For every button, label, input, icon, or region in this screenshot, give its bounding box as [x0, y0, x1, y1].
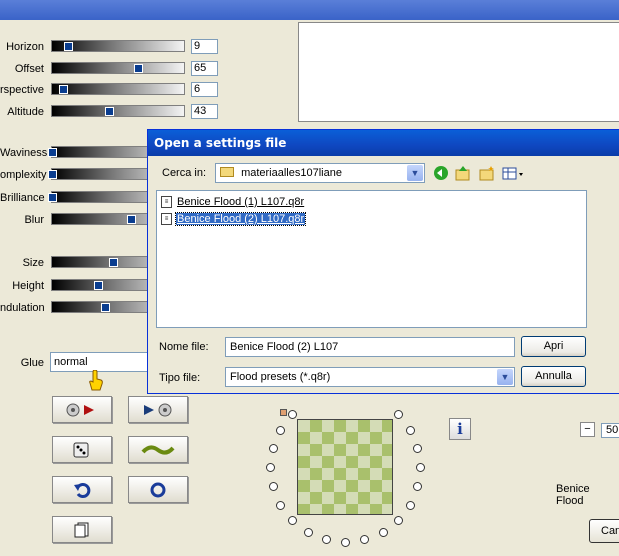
thumbnail-preview — [297, 419, 393, 515]
slider-thumb[interactable] — [59, 85, 68, 94]
slider-label: rspective — [0, 84, 45, 96]
slider-value-input[interactable]: 65 — [191, 61, 218, 76]
direction-dot[interactable] — [341, 538, 350, 547]
slider-track[interactable] — [51, 83, 185, 95]
direction-dot[interactable] — [276, 425, 286, 435]
open-button[interactable]: Apri — [521, 336, 586, 357]
filename-input[interactable]: Benice Flood (2) L107 — [225, 337, 515, 357]
filetype-label: Tipo file: — [159, 372, 201, 384]
slider-thumb[interactable] — [109, 258, 118, 267]
zoom-minus-button[interactable]: − — [580, 422, 595, 437]
filename-label: Nome file: — [159, 341, 209, 353]
slider-label: Horizon — [6, 41, 44, 53]
preset-name: Benice Flood — [556, 483, 590, 507]
direction-dot[interactable] — [303, 527, 313, 537]
filetype-select[interactable]: Flood presets (*.q8r) ▼ — [225, 367, 515, 387]
main-preview — [298, 22, 619, 122]
slider-value-input[interactable]: 9 — [191, 39, 218, 54]
undo-button[interactable] — [52, 476, 112, 503]
new-folder-icon[interactable] — [478, 164, 496, 182]
view-menu-icon[interactable] — [501, 164, 525, 182]
direction-dot[interactable] — [268, 482, 278, 492]
slider-track[interactable] — [51, 62, 185, 74]
cancel-button-main[interactable]: Can — [589, 519, 619, 543]
look-in-label: Cerca in: — [162, 167, 207, 179]
direction-dot[interactable] — [360, 535, 370, 545]
slider-label: Blur — [24, 214, 44, 226]
slider-thumb[interactable] — [134, 64, 143, 73]
slider-label: omplexity — [0, 169, 47, 181]
filetype-value: Flood presets (*.q8r) — [230, 371, 331, 383]
file-list[interactable]: ≡ Benice Flood (1) L107.q8r ≡ Benice Flood … — [156, 190, 587, 328]
slider-label: Height — [12, 280, 44, 292]
direction-dot[interactable] — [405, 500, 415, 510]
window-titlebar — [0, 0, 619, 20]
direction-dot[interactable] — [394, 516, 404, 526]
open-settings-dialog: Open a settings file Cerca in: materiaal… — [147, 129, 619, 394]
direction-dot[interactable] — [276, 500, 286, 510]
direction-dot[interactable] — [405, 425, 415, 435]
glue-label: Glue — [20, 357, 44, 369]
zoom-value[interactable]: 50 — [601, 423, 619, 438]
chevron-down-icon[interactable]: ▼ — [407, 165, 423, 181]
slider-track[interactable] — [51, 105, 185, 117]
up-folder-icon[interactable] — [454, 164, 472, 182]
slider-track[interactable] — [51, 40, 185, 52]
random-dice-button[interactable] — [52, 436, 112, 463]
slider-value-input[interactable]: 43 — [191, 104, 218, 119]
slider-thumb[interactable] — [64, 42, 73, 51]
slider-thumb[interactable] — [127, 215, 136, 224]
direction-dot[interactable] — [287, 516, 297, 526]
slider-thumb[interactable] — [101, 303, 110, 312]
glue-select[interactable]: normal — [50, 352, 150, 372]
slider-label: Altitude — [7, 106, 44, 118]
dialog-title: Open a settings file — [148, 130, 619, 156]
load-preset-button[interactable] — [52, 396, 112, 423]
chevron-down-icon[interactable]: ▼ — [497, 369, 513, 385]
reset-circle-button[interactable] — [128, 476, 188, 503]
info-button[interactable]: i — [449, 418, 471, 440]
direction-dot[interactable] — [394, 409, 404, 419]
slider-label: Size — [22, 257, 44, 269]
slider-label: Waviness — [0, 147, 48, 159]
position-marker[interactable] — [280, 409, 287, 416]
back-icon[interactable] — [432, 164, 450, 182]
file-name: Benice Flood (1) L107.q8r — [177, 196, 305, 208]
slider-thumb[interactable] — [94, 281, 103, 290]
direction-dot[interactable] — [413, 443, 423, 453]
slider-thumb[interactable] — [105, 107, 114, 116]
file-item[interactable]: ≡ Benice Flood (2) L107.q8r — [161, 212, 307, 226]
file-icon: ≡ — [161, 196, 172, 208]
folder-icon — [220, 167, 234, 177]
direction-dot[interactable] — [378, 527, 388, 537]
save-preset-button[interactable] — [128, 396, 188, 423]
slider-value-input[interactable]: 6 — [191, 82, 218, 97]
direction-dot[interactable] — [413, 482, 423, 492]
direction-dot[interactable] — [416, 463, 425, 472]
slider-thumb[interactable] — [48, 148, 57, 157]
look-in-value: materiaalles107liane — [241, 167, 342, 179]
file-icon: ≡ — [161, 213, 172, 225]
direction-dot[interactable] — [268, 443, 278, 453]
file-item[interactable]: ≡ Benice Flood (1) L107.q8r — [161, 195, 305, 209]
slider-label: Brilliance — [0, 192, 45, 204]
direction-dot[interactable] — [266, 463, 275, 472]
look-in-combo[interactable]: materiaalles107liane ▼ — [215, 163, 425, 183]
direction-dot[interactable] — [321, 535, 331, 545]
slider-label: Offset — [14, 63, 44, 75]
info-icon: i — [457, 420, 463, 438]
file-name: Benice Flood (2) L107.q8r — [174, 212, 307, 226]
copy-button[interactable] — [52, 516, 112, 543]
slider-thumb[interactable] — [48, 170, 57, 179]
cancel-button[interactable]: Annulla — [521, 366, 586, 387]
hand-cursor-icon — [88, 369, 104, 392]
slider-thumb[interactable] — [48, 193, 57, 202]
direction-dot[interactable] — [287, 409, 297, 419]
slider-label: ndulation — [0, 302, 45, 314]
wave-button[interactable] — [128, 436, 188, 463]
